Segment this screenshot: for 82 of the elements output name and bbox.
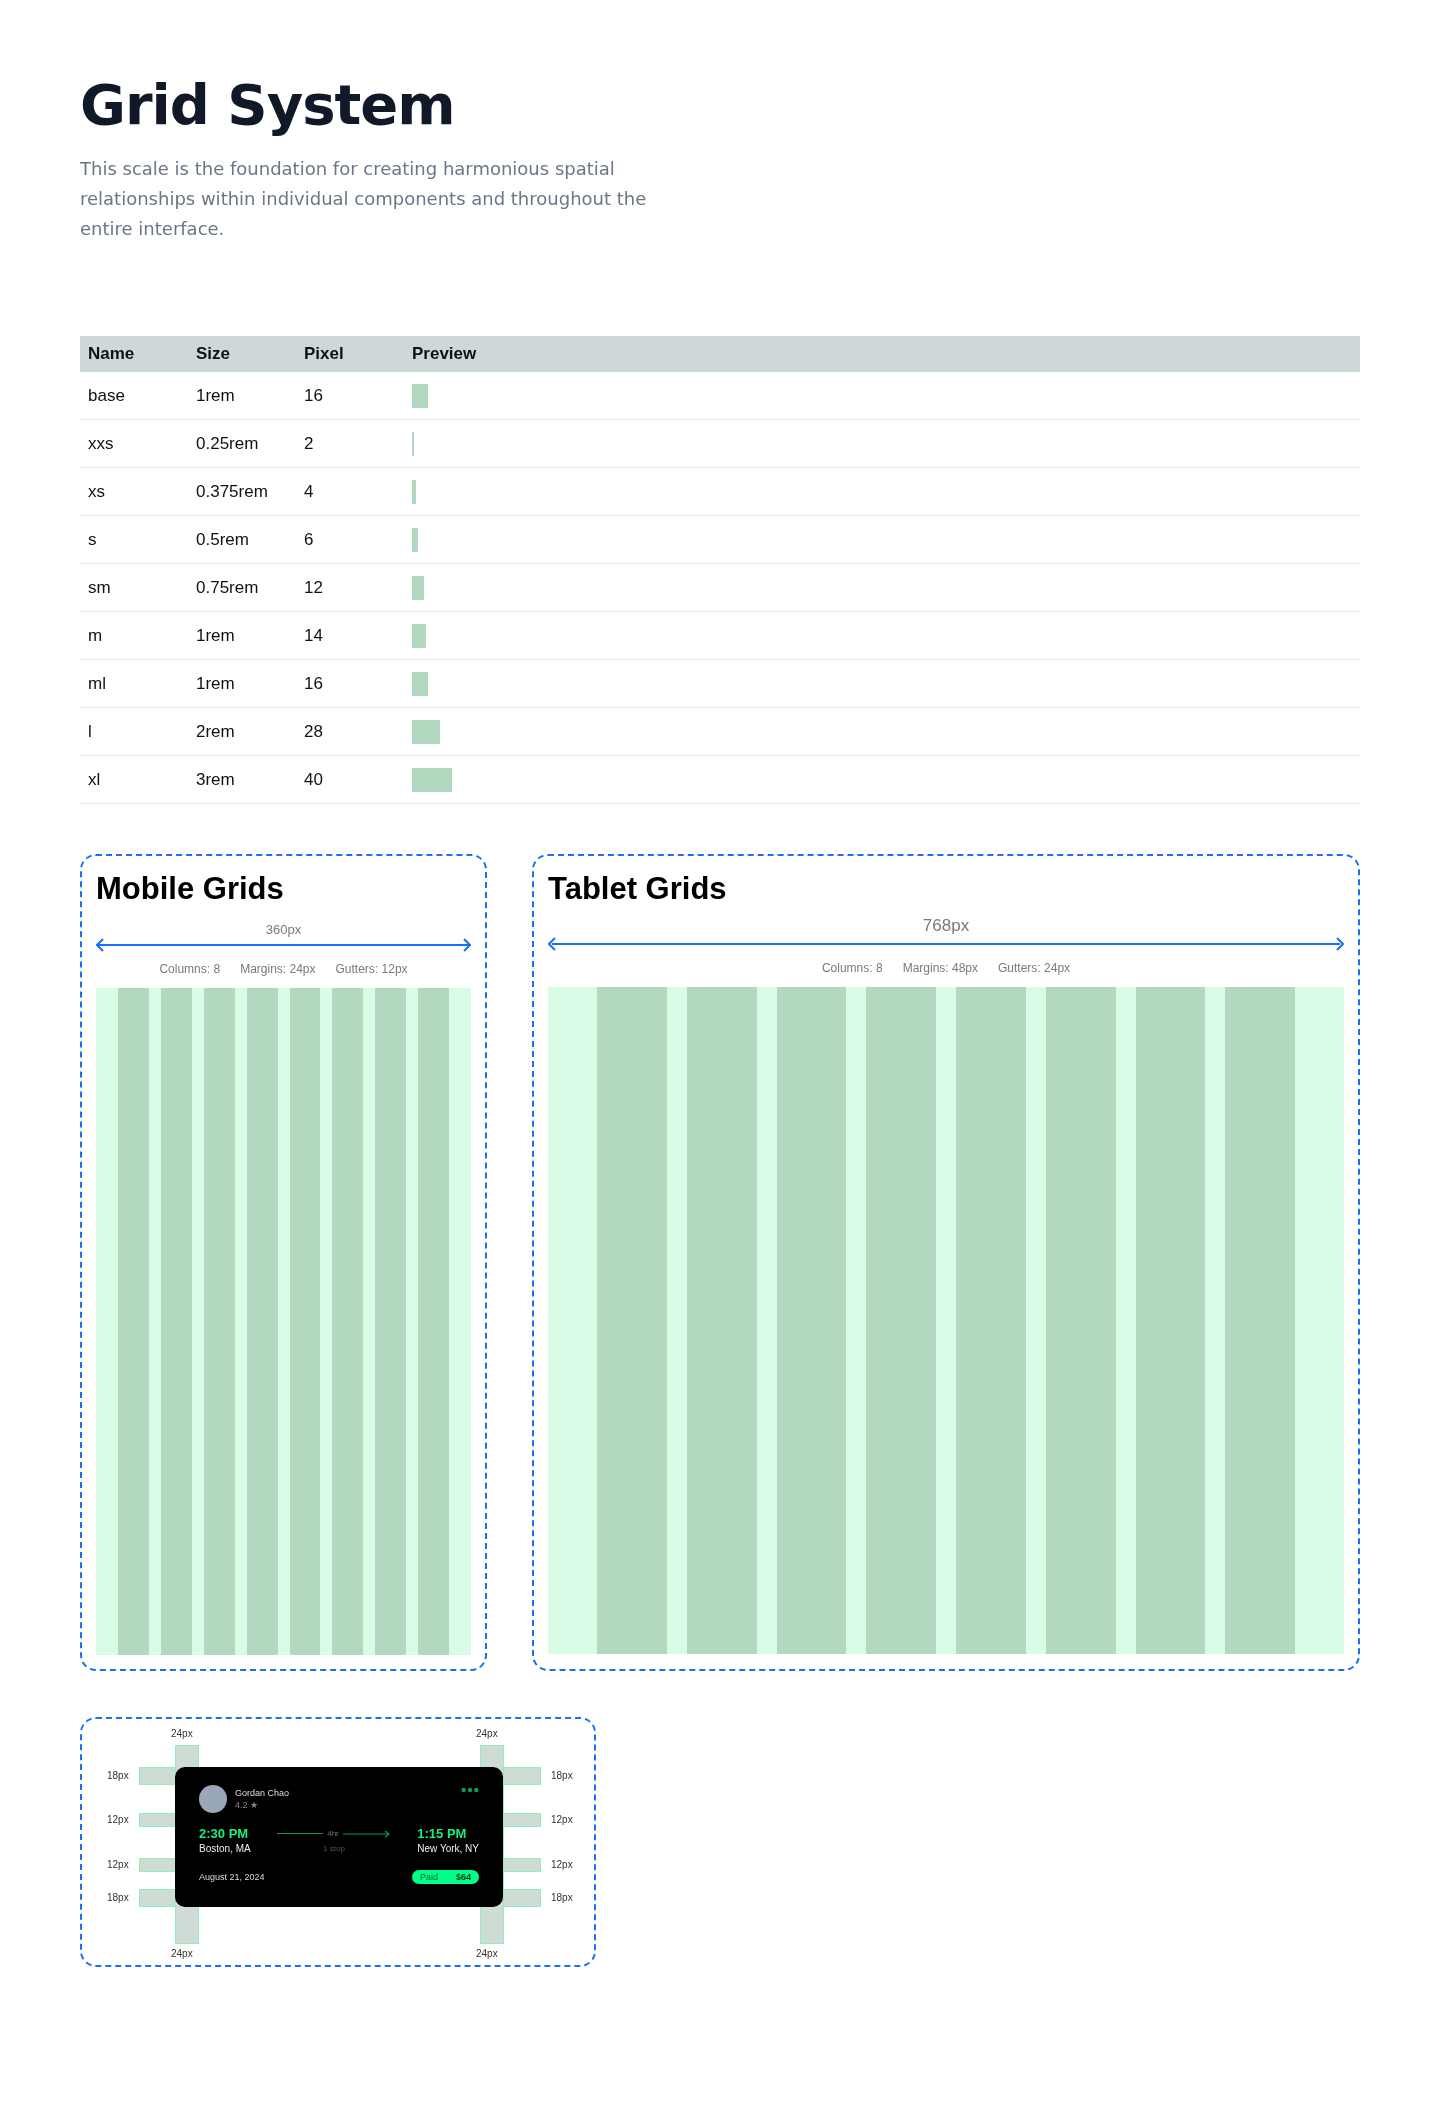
spacing-label: 12px (107, 1858, 129, 1872)
preview-bar (412, 719, 440, 744)
arrowhead-icon (96, 938, 104, 952)
driver-name: Gordan Chao (235, 1788, 291, 1798)
column-header: Size (188, 336, 296, 372)
table-cell: xs (80, 467, 188, 516)
page-title: Grid System (80, 71, 456, 139)
spacing-label: 12px (107, 1813, 129, 1827)
preview-bar (412, 527, 418, 552)
table-cell: 16 (296, 372, 404, 420)
avatar-placeholder (199, 1785, 227, 1813)
stops: 1 stop (323, 1844, 345, 1853)
arrival-time: 1:15 PM (417, 1825, 468, 1842)
table-cell: 14 (296, 611, 404, 660)
spacing-label: 24px (476, 1727, 498, 1741)
table-cell: 4 (296, 467, 404, 516)
table-cell: m (80, 611, 188, 660)
table-cell: s (80, 515, 188, 564)
grid-spec: Columns: 8 (821, 961, 883, 975)
grid-spec: Gutters: 12px (335, 962, 408, 976)
table-cell: 0.75rem (188, 563, 296, 612)
table-cell: base (80, 372, 188, 420)
column-header: Pixel (296, 336, 404, 372)
spacing-label: 18px (551, 1891, 573, 1905)
preview-bar (412, 479, 416, 504)
table-cell: l (80, 707, 188, 756)
page-description: This scale is the foundation for creating harmonious spatial relationships within individual components and throughout the entire interface. (80, 157, 648, 241)
departure-time: 2:30 PM (199, 1825, 250, 1842)
preview-bar (412, 383, 428, 408)
table-cell: sm (80, 563, 188, 612)
arrowhead-icon (1336, 937, 1344, 951)
preview-bar (412, 671, 428, 696)
more-icon[interactable] (461, 1787, 479, 1793)
table-cell: 28 (296, 707, 404, 756)
table-cell: 1rem (188, 372, 296, 420)
preview-bar (412, 767, 452, 792)
table-cell: 0.375rem (188, 467, 296, 516)
table-cell: 16 (296, 659, 404, 708)
departure-city: Boston, MA (199, 1842, 251, 1856)
grid-spec: Gutters: 24px (998, 961, 1071, 975)
table-cell: xxs (80, 419, 188, 468)
table-cell: 1rem (188, 659, 296, 708)
spacing-label: 12px (551, 1813, 573, 1827)
table-cell: 2rem (188, 707, 296, 756)
payment-status: Paid (419, 1871, 438, 1882)
price: $64 (455, 1871, 471, 1882)
route-line (277, 1832, 324, 1835)
preview-bar (412, 575, 424, 600)
arrowhead-icon (548, 937, 556, 951)
table-cell: 12 (296, 563, 404, 612)
spacing-label: 18px (107, 1769, 129, 1783)
table-cell: ml (80, 659, 188, 708)
rating: 4.2 ★ (235, 1800, 259, 1810)
column-header: Preview (404, 336, 1360, 372)
table-cell: 3rem (188, 755, 296, 804)
grid-title: Mobile Grids (96, 870, 285, 908)
width-label: 360px (264, 922, 303, 937)
spacing-label: 24px (171, 1947, 193, 1961)
route-arrow (342, 1829, 391, 1838)
spacing-label: 18px (551, 1769, 573, 1783)
table-cell: 0.5rem (188, 515, 296, 564)
grid-title: Tablet Grids (548, 870, 728, 908)
grid-spec: Margins: 24px (240, 962, 316, 976)
duration: 4hr (327, 1829, 339, 1838)
table-cell: 1rem (188, 611, 296, 660)
spacing-label: 12px (551, 1858, 573, 1872)
column-header: Name (80, 336, 188, 372)
table-cell: 40 (296, 755, 404, 804)
spacing-label: 18px (107, 1891, 129, 1905)
grid-spec: Margins: 48px (902, 961, 978, 975)
width-label: 768px (921, 916, 971, 936)
table-cell: xl (80, 755, 188, 804)
trip-date: August 21, 2024 (199, 1871, 265, 1882)
table-cell: 0.25rem (188, 419, 296, 468)
spacing-label: 24px (171, 1727, 193, 1741)
preview-bar (412, 623, 426, 648)
grid-spec: Columns: 8 (159, 962, 221, 976)
arrowhead-icon (463, 938, 471, 952)
table-cell: 2 (296, 419, 404, 468)
arrival-city: New York, NY (417, 1842, 479, 1856)
table-cell: 6 (296, 515, 404, 564)
spacing-label: 24px (476, 1947, 498, 1961)
